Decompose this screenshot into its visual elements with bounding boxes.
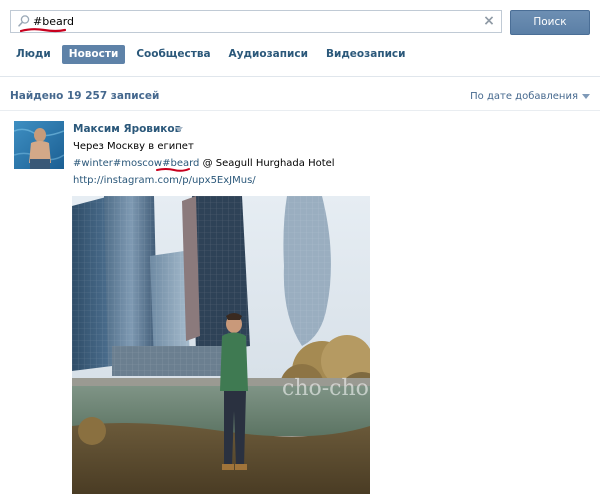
- tab-communities[interactable]: Сообщества: [129, 45, 217, 64]
- sort-dropdown[interactable]: По дате добавления: [470, 91, 590, 102]
- avatar[interactable]: [14, 121, 64, 169]
- post-text: Через Москву в египет: [73, 141, 194, 152]
- tab-audio[interactable]: Аудиозаписи: [222, 45, 315, 64]
- post-location: @ Seagull Hurghada Hotel: [199, 158, 335, 169]
- clear-search-icon[interactable]: ×: [483, 14, 495, 28]
- post-author[interactable]: Максим Яровиков: [73, 123, 181, 135]
- search-button[interactable]: Поиск: [510, 10, 590, 35]
- divider: [0, 76, 600, 77]
- chevron-down-icon[interactable]: [175, 127, 183, 132]
- post-photo[interactable]: cho-cho.ru: [72, 196, 370, 494]
- post-tags: #winter#moscow#beard @ Seagull Hurghada …: [73, 158, 335, 169]
- watermark-text: cho-cho.ru: [282, 376, 370, 401]
- search-box[interactable]: ×: [10, 10, 502, 33]
- search-input[interactable]: [33, 13, 463, 30]
- tab-video[interactable]: Видеозаписи: [319, 45, 413, 64]
- chevron-down-icon: [582, 93, 590, 99]
- search-underline-mark: [20, 28, 66, 33]
- tab-news[interactable]: Новости: [61, 44, 126, 64]
- hashtag-underline-mark: [156, 168, 190, 172]
- results-count: Найдено 19 257 записей: [10, 90, 160, 102]
- post-link[interactable]: http://instagram.com/p/upx5ExJMus/: [73, 175, 256, 186]
- divider: [0, 110, 600, 111]
- section-tabs: Люди Новости Сообщества Аудиозаписи Виде…: [10, 43, 417, 65]
- sort-label: По дате добавления: [470, 91, 578, 102]
- hashtag-link[interactable]: #winter#moscow: [73, 158, 162, 169]
- tab-people[interactable]: Люди: [10, 45, 58, 64]
